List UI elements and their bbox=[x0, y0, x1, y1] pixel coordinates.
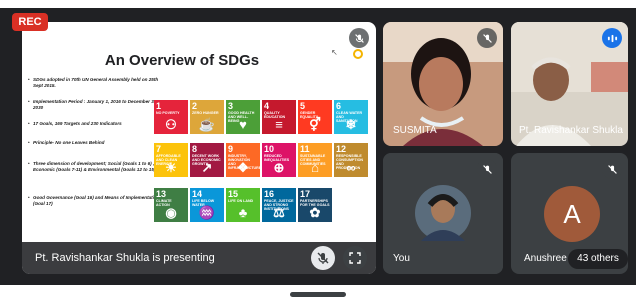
participant-mic-status bbox=[477, 28, 497, 48]
presenting-label: Pt. Ravishankar Shukla is presenting bbox=[35, 252, 215, 264]
heartbeat-icon: ♥ bbox=[239, 117, 247, 132]
growth-chart-icon: ↗ bbox=[201, 160, 213, 175]
slide-bullet: Principle- No one Leaves Behind bbox=[28, 140, 160, 146]
avatar: A bbox=[544, 186, 600, 242]
slide-bullet: Three dimension of development; Social (… bbox=[28, 161, 160, 173]
slide-logo bbox=[353, 49, 363, 59]
sdg-goal-number: 2 bbox=[192, 101, 198, 111]
sdg-goal-tile: 9 INDUSTRY, INNOVATION AND INFRASTRUCTURE… bbox=[226, 143, 260, 177]
sdg-goal-tile: 15 LIFE ON LAND ♣ bbox=[226, 188, 260, 222]
sdg-goal-number: 8 bbox=[192, 144, 198, 154]
speaking-indicator bbox=[602, 28, 622, 48]
sdg-goal-tile: 4 QUALITY EDUCATION ≡ bbox=[262, 100, 296, 134]
sdg-goal-tile: 13 CLIMATE ACTION ◉ bbox=[154, 188, 188, 222]
slide-bullet: Implementation Period : January 1, 2016 … bbox=[28, 99, 160, 111]
sdg-goal-tile: 17 PARTNERSHIPS FOR THE GOALS ✿ bbox=[298, 188, 332, 222]
sdg-goal-number: 15 bbox=[228, 189, 239, 199]
infinity-icon: ∞ bbox=[346, 160, 356, 175]
slide-bullet: SDGs adopted in 70th UN General Assembly… bbox=[28, 77, 160, 89]
participant-name: You bbox=[393, 253, 410, 264]
sdg-goal-number: 5 bbox=[300, 101, 306, 111]
equal-icon: ⊕ bbox=[273, 160, 285, 175]
sdg-goal-tile: 2 ZERO HUNGER ☕ bbox=[190, 100, 224, 134]
presentation-mic-status bbox=[349, 28, 369, 48]
fullscreen-button[interactable] bbox=[343, 246, 367, 270]
bowl-icon: ☕ bbox=[198, 117, 216, 132]
sdg-goal-number: 10 bbox=[264, 144, 275, 154]
cubes-icon: ❖ bbox=[237, 160, 249, 175]
participant-mic-status bbox=[477, 159, 497, 179]
mic-off-icon bbox=[354, 33, 364, 43]
mic-off-icon bbox=[607, 164, 617, 174]
dove-icon: ⚖ bbox=[273, 205, 285, 220]
participant-tile-ravishankar-shukla[interactable]: Pt. Ravishankar Shukla bbox=[511, 22, 628, 146]
sdg-goal-name: LIFE ON LAND bbox=[228, 199, 254, 203]
fish-icon: ♒ bbox=[198, 205, 216, 220]
sdg-goal-number: 4 bbox=[264, 101, 270, 111]
participant-mic-status bbox=[602, 159, 622, 179]
sdg-goal-number: 6 bbox=[336, 101, 342, 111]
mic-off-icon bbox=[317, 252, 329, 264]
sun-icon: ☀ bbox=[165, 160, 177, 175]
participant-tile-susmita[interactable]: SUSMITA bbox=[383, 22, 503, 146]
presentation-tile[interactable]: ↖ An Overview of SDGs SDGs adopted in 70… bbox=[22, 22, 376, 274]
slide-bullet: 17 Goals, 169 Targets and 230 Indicators bbox=[28, 121, 160, 127]
sdg-goal-tile: 11 SUSTAINABLE CITIES AND COMMUNITIES ⌂ bbox=[298, 143, 332, 177]
water-icon: ❄ bbox=[345, 117, 357, 132]
tree-icon: ♣ bbox=[238, 205, 248, 220]
sdg-goal-tile: 12 RESPONSIBLE CONSUMPTION AND PRODUCTION… bbox=[334, 143, 368, 177]
participant-name: Pt. Ravishankar Shukla bbox=[519, 125, 623, 136]
sdg-goal-number: 16 bbox=[264, 189, 275, 199]
sdg-goal-number: 17 bbox=[300, 189, 311, 199]
participant-name: SUSMITA bbox=[393, 125, 437, 136]
sdg-goal-tile: 3 GOOD HEALTH AND WELL-BEING ♥ bbox=[226, 100, 260, 134]
sdg-goal-number: 11 bbox=[300, 144, 310, 154]
flower-icon: ✿ bbox=[309, 205, 321, 220]
fullscreen-icon bbox=[349, 252, 361, 264]
mic-off-icon bbox=[482, 164, 492, 174]
slide-bullet: Good Governance (Goal 16) and Means of I… bbox=[28, 195, 160, 207]
scroll-handle[interactable] bbox=[290, 292, 346, 297]
slide-title: An Overview of SDGs bbox=[104, 52, 260, 69]
sdg-goal-number: 9 bbox=[228, 144, 234, 154]
participant-name: Anushree bbox=[524, 253, 567, 264]
sdg-goal-number: 12 bbox=[336, 144, 347, 154]
book-icon: ≡ bbox=[275, 117, 283, 132]
buildings-icon: ⌂ bbox=[311, 160, 319, 175]
sdg-goal-number: 14 bbox=[192, 189, 203, 199]
gender-icon: ⚥ bbox=[309, 117, 321, 132]
sdg-goal-tile: 1 NO POVERTY ⚇ bbox=[154, 100, 188, 134]
sdg-goal-tile: 5 GENDER EQUALITY ⚥ bbox=[298, 100, 332, 134]
sdg-goal-tile: 14 LIFE BELOW WATER ♒ bbox=[190, 188, 224, 222]
meeting-window: ↖ An Overview of SDGs SDGs adopted in 70… bbox=[0, 0, 636, 297]
mic-off-icon bbox=[482, 33, 492, 43]
others-count-button[interactable]: 43 others bbox=[568, 249, 628, 269]
sdg-goal-name: ZERO HUNGER bbox=[192, 111, 219, 115]
sdg-goal-number: 7 bbox=[156, 144, 162, 154]
participant-tile-you[interactable]: You bbox=[383, 153, 503, 274]
audio-wave-icon bbox=[607, 34, 617, 42]
people-icon: ⚇ bbox=[165, 117, 177, 132]
sdg-goal-tile: 7 AFFORDABLE AND CLEAN ENERGY ☀ bbox=[154, 143, 188, 177]
sdg-goal-number: 1 bbox=[156, 101, 162, 111]
sdg-goal-number: 13 bbox=[156, 189, 167, 199]
recording-badge: REC bbox=[12, 13, 48, 31]
sdg-goal-tile: 8 DECENT WORK AND ECONOMIC GROWTH ↗ bbox=[190, 143, 224, 177]
sdg-goal-tile: 10 REDUCED INEQUALITIES ⊕ bbox=[262, 143, 296, 177]
sdg-goal-tile: 16 PEACE, JUSTICE AND STRONG INSTITUTIONS… bbox=[262, 188, 296, 222]
top-border bbox=[0, 0, 636, 8]
sdg-goal-tile: 6 CLEAN WATER AND SANITATION ❄ bbox=[334, 100, 368, 134]
sdg-goal-number: 3 bbox=[228, 101, 234, 111]
sdg-goal-name: NO POVERTY bbox=[156, 111, 180, 115]
mute-presenter-button[interactable] bbox=[311, 246, 335, 270]
eye-earth-icon: ◉ bbox=[165, 205, 177, 220]
